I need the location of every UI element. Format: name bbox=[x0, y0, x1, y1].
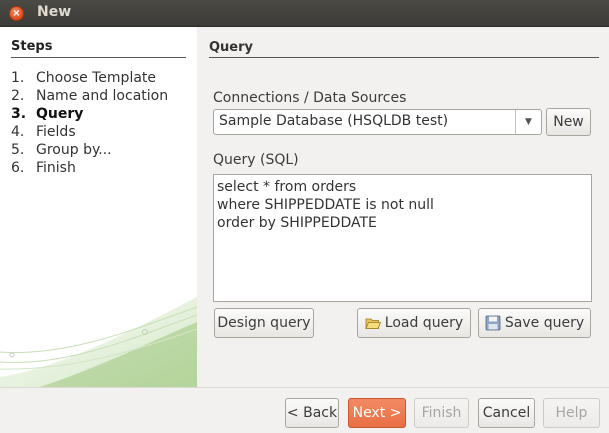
step-item-group-by: 5. Group by... bbox=[11, 142, 112, 158]
title-bar: × New bbox=[0, 0, 609, 27]
sql-line: where SHIPPEDDATE is not null bbox=[217, 197, 434, 213]
sql-line: select * from orders bbox=[217, 179, 357, 195]
cancel-button[interactable]: Cancel bbox=[478, 398, 535, 428]
steps-heading: Steps bbox=[11, 39, 53, 54]
step-item-choose-template: 1. Choose Template bbox=[11, 70, 157, 86]
decorative-wave-graphic bbox=[0, 297, 197, 387]
section-title: Query bbox=[209, 40, 254, 55]
new-connection-button[interactable]: New bbox=[546, 108, 591, 136]
save-icon bbox=[485, 315, 501, 331]
sql-line: order by SHIPPEDDATE bbox=[217, 215, 377, 231]
footer-divider bbox=[0, 387, 609, 388]
window-title: New bbox=[37, 4, 72, 20]
finish-button[interactable]: Finish bbox=[414, 398, 469, 428]
help-button[interactable]: Help bbox=[543, 398, 600, 428]
connection-select[interactable]: Sample Database (HSQLDB test) ▼ bbox=[213, 109, 542, 135]
back-button[interactable]: < Back bbox=[285, 398, 339, 428]
save-query-button[interactable]: Save query bbox=[478, 308, 591, 338]
folder-open-icon bbox=[365, 318, 381, 329]
sql-label: Query (SQL) bbox=[213, 152, 299, 168]
design-query-button[interactable]: Design query bbox=[214, 308, 314, 338]
close-icon[interactable]: × bbox=[9, 6, 24, 21]
step-item-query: 3. Query bbox=[11, 106, 84, 122]
step-item-fields: 4. Fields bbox=[11, 124, 76, 140]
step-item-finish: 6. Finish bbox=[11, 160, 76, 176]
steps-list: 1. Choose Template 2. Name and location 3.… bbox=[11, 69, 168, 177]
connections-label: Connections / Data Sources bbox=[213, 90, 407, 106]
section-divider bbox=[209, 57, 599, 58]
sql-textarea[interactable]: select * from orders where SHIPPEDDATE i… bbox=[213, 174, 592, 302]
steps-panel: Steps 1. Choose Template 2. Name and locat… bbox=[0, 27, 197, 387]
chevron-down-icon[interactable]: ▼ bbox=[515, 110, 541, 134]
query-panel: Query Connections / Data Sources Sample … bbox=[197, 27, 609, 387]
connection-select-value: Sample Database (HSQLDB test) bbox=[219, 113, 449, 129]
load-query-button[interactable]: Load query bbox=[357, 308, 471, 338]
next-button[interactable]: Next > bbox=[348, 398, 406, 428]
steps-divider bbox=[11, 57, 186, 58]
step-item-name-location: 2. Name and location bbox=[11, 88, 169, 104]
